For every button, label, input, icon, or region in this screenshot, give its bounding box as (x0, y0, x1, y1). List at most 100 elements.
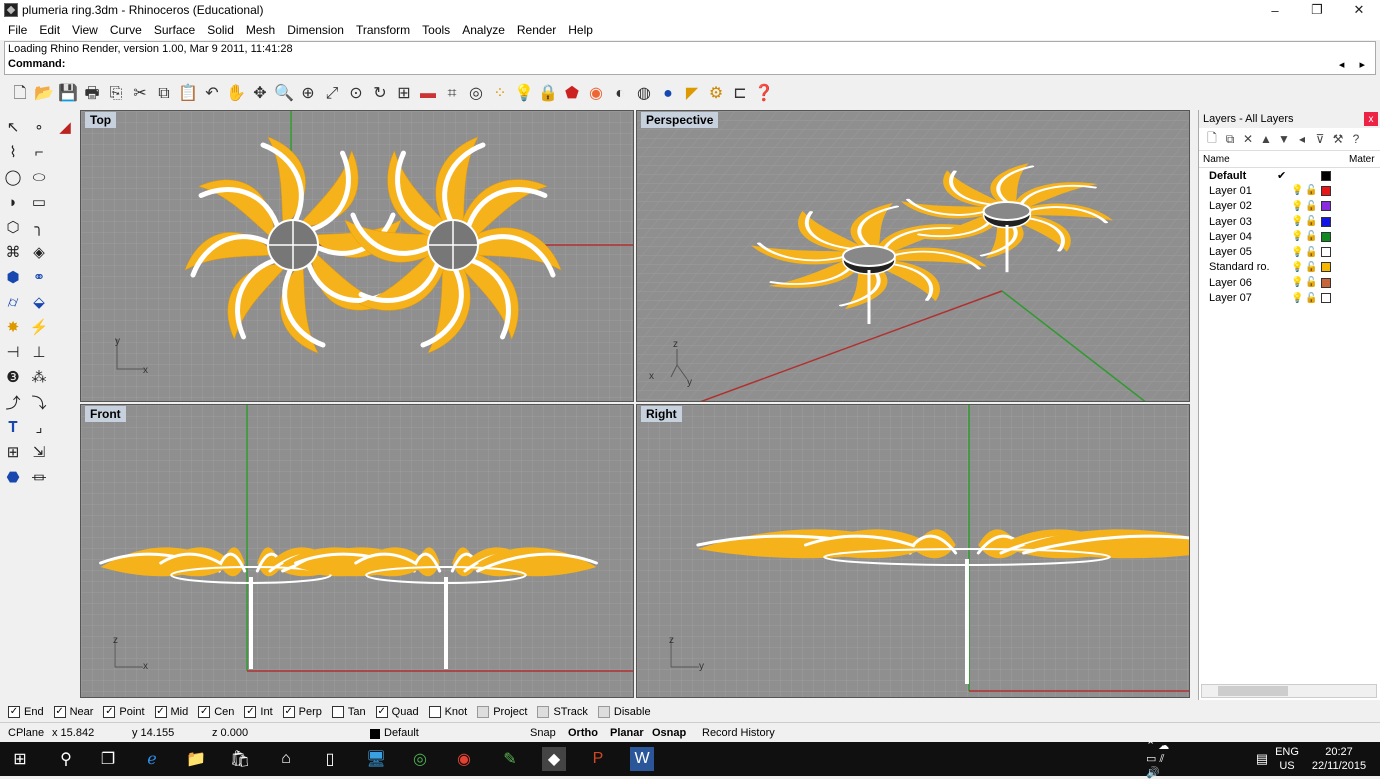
status-current-layer[interactable]: Default (384, 727, 419, 739)
four-view-icon[interactable]: ⊞ (392, 82, 416, 106)
osnap-end[interactable]: ✓ End (8, 706, 44, 718)
snap-toggle[interactable]: Snap (530, 727, 556, 739)
menu-render[interactable]: Render (511, 23, 562, 37)
surface-icon[interactable]: ⌘ (2, 241, 24, 263)
blend-icon[interactable]: ⤵ (28, 391, 50, 413)
layer-visible-bulb-icon[interactable]: 💡 (1291, 262, 1303, 273)
zoom-extents-icon[interactable]: ⤢ (320, 82, 344, 106)
menu-analyze[interactable]: Analyze (456, 23, 511, 37)
layer-row[interactable]: Layer 04 💡 🔓 (1199, 229, 1380, 244)
osnap-checkbox[interactable] (537, 706, 550, 718)
flag-icon[interactable]: ◤ (680, 82, 704, 106)
polyline-icon[interactable]: ⌇ (2, 141, 24, 163)
osnap-checkbox[interactable]: ✓ (244, 706, 257, 718)
drafting-icon[interactable]: ⏛ (28, 466, 50, 488)
shaded-icon[interactable]: ◐ (608, 82, 632, 106)
loft-icon[interactable]: ◈ (28, 241, 50, 263)
split-icon[interactable]: ⊥ (28, 341, 50, 363)
save-icon[interactable]: 💾 (56, 82, 80, 106)
point-icon[interactable]: ∘ (28, 116, 50, 138)
layer-unlock-icon[interactable]: 🔓 (1305, 247, 1317, 258)
osnap-checkbox[interactable] (477, 706, 490, 718)
osnap-mid[interactable]: ✓ Mid (154, 706, 188, 718)
layer-unlock-icon[interactable]: 🔓 (1305, 185, 1317, 196)
select-filter-icon[interactable]: ◎ (464, 82, 488, 106)
rectangle-icon[interactable]: ▭ (28, 191, 50, 213)
home-icon[interactable]: ⌂ (274, 747, 298, 771)
menu-edit[interactable]: Edit (33, 23, 66, 37)
osnap-checkbox[interactable]: ✓ (375, 706, 388, 718)
layers-col-name[interactable]: Name (1199, 154, 1349, 165)
polygon-icon[interactable]: ⬡ (2, 216, 24, 238)
layers-help-icon[interactable]: ? (1347, 132, 1365, 146)
close-button[interactable]: ✕ (1338, 0, 1380, 20)
layer-color-swatch[interactable] (1321, 185, 1331, 196)
lock-icon[interactable]: 🔒 (536, 82, 560, 106)
osnap-checkbox[interactable] (428, 706, 441, 718)
osnap-cen[interactable]: ✓ Cen (198, 706, 234, 718)
viewport-right[interactable]: z y Right (636, 404, 1190, 698)
print-icon[interactable]: 🖶 (80, 82, 104, 106)
layer-visible-bulb-icon[interactable]: 💡 (1291, 293, 1303, 304)
render-tool-icon[interactable]: ◢ (54, 116, 76, 138)
layer-row[interactable]: Layer 06 💡 🔓 (1199, 275, 1380, 290)
select-arrow-icon[interactable]: ↖ (2, 116, 24, 138)
menu-tools[interactable]: Tools (416, 23, 456, 37)
fillet-icon[interactable]: ╮ (28, 216, 50, 238)
cplane-icon[interactable]: ▬ (416, 82, 440, 106)
light-icon[interactable]: 💡 (512, 82, 536, 106)
layer-visible-bulb-icon[interactable]: 💡 (1291, 247, 1303, 258)
new-layer-icon[interactable]: 🗋 (1203, 129, 1221, 150)
layers-horizontal-scrollbar[interactable] (1201, 684, 1377, 698)
mesh-icon[interactable]: ⬣ (2, 466, 24, 488)
pan-icon[interactable]: ✋ (224, 82, 248, 106)
copy-icon[interactable]: ⧉ (152, 82, 176, 106)
task-view-icon[interactable]: ❐ (96, 747, 120, 771)
new-file-icon[interactable]: 🗋 (8, 82, 32, 106)
osnap-knot[interactable]: Knot (428, 706, 467, 718)
boolean-icon[interactable]: ⚭ (28, 266, 50, 288)
ortho-toggle[interactable]: Ortho (568, 727, 598, 739)
layer-row[interactable]: Layer 02 💡 🔓 (1199, 199, 1380, 214)
export-icon[interactable]: ⎘ (104, 82, 128, 106)
zoom-window-icon[interactable]: ⊕ (296, 82, 320, 106)
layer-color-swatch[interactable] (1321, 170, 1331, 181)
layers-close-button[interactable]: x (1364, 112, 1378, 126)
circle-icon[interactable]: ◯ (2, 166, 24, 188)
open-file-icon[interactable]: 📂 (32, 82, 56, 106)
osnap-disable[interactable]: Disable (597, 706, 651, 718)
osnap-checkbox[interactable] (331, 706, 344, 718)
record-history-toggle[interactable]: Record History (702, 727, 775, 739)
edge-browser-icon[interactable]: ℯ (140, 747, 164, 771)
array-icon[interactable]: ⁂ (28, 366, 50, 388)
layer-row[interactable]: Layer 07 💡 🔓 (1199, 290, 1380, 305)
menu-view[interactable]: View (66, 23, 104, 37)
layer-unlock-icon[interactable]: 🔓 (1305, 231, 1317, 242)
menu-file[interactable]: File (2, 23, 33, 37)
layer-visible-bulb-icon[interactable]: 💡 (1291, 231, 1303, 242)
osnap-tan[interactable]: Tan (331, 706, 366, 718)
layer-name[interactable]: Layer 03 (1199, 216, 1269, 228)
viewport-front[interactable]: z x Front (80, 404, 634, 698)
rhino-taskbar-icon[interactable]: ◆ (542, 747, 566, 771)
osnap-checkbox[interactable]: ✓ (53, 706, 66, 718)
options-gear-icon[interactable]: ⚙ (704, 82, 728, 106)
delete-layer-icon[interactable]: ✕ (1239, 132, 1257, 146)
cut-icon[interactable]: ✂ (128, 82, 152, 106)
powerpoint-icon[interactable]: P (586, 747, 610, 771)
layer-visible-bulb-icon[interactable]: 💡 (1291, 216, 1303, 227)
color-wheel-icon[interactable]: ◉ (584, 82, 608, 106)
move-up-icon[interactable]: ▲ (1257, 132, 1275, 146)
clock[interactable]: 20:27 22/11/2015 (1306, 745, 1372, 773)
store-icon[interactable]: 🛍 (228, 747, 252, 771)
layer-name[interactable]: Layer 07 (1199, 292, 1269, 304)
viewport-top[interactable]: y x Top (80, 110, 634, 402)
zoom-icon[interactable]: 🔍 (272, 82, 296, 106)
minimize-button[interactable]: – (1254, 0, 1296, 20)
layer-name[interactable]: Standard ro... (1199, 261, 1269, 273)
move-view-icon[interactable]: ✥ (248, 82, 272, 106)
layer-name[interactable]: Layer 05 (1199, 246, 1269, 258)
render-sphere-icon[interactable]: ● (656, 82, 680, 106)
file-explorer-icon[interactable]: 📁 (184, 747, 208, 771)
move-down-icon[interactable]: ▼ (1275, 132, 1293, 146)
